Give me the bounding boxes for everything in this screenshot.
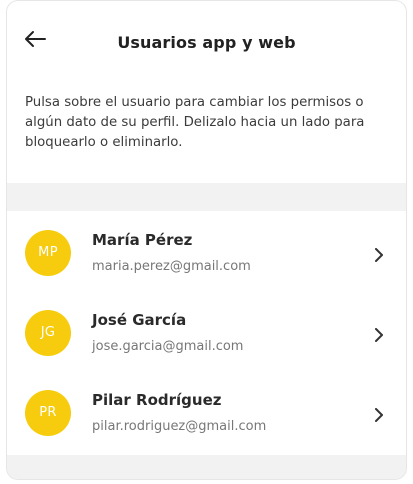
user-email: pilar.rodriguez@gmail.com bbox=[92, 419, 267, 434]
chevron-right-icon[interactable] bbox=[374, 327, 384, 342]
section-divider bbox=[7, 183, 406, 211]
user-email: maria.perez@gmail.com bbox=[92, 259, 251, 274]
user-row-pilar-rodriguez[interactable]: PR Pilar Rodríguez pilar.rodriguez@gmail… bbox=[7, 371, 406, 451]
instructions-text: Pulsa sobre el usuario para cambiar los … bbox=[25, 95, 365, 150]
chevron-right-icon[interactable] bbox=[374, 247, 384, 262]
user-email: jose.garcia@gmail.com bbox=[92, 339, 244, 354]
avatar: JG bbox=[25, 310, 71, 356]
user-name: María Pérez bbox=[92, 231, 193, 249]
avatar: PR bbox=[25, 390, 71, 436]
chevron-right-icon[interactable] bbox=[374, 407, 384, 422]
user-row-maria-perez[interactable]: MP María Pérez maria.perez@gmail.com bbox=[7, 211, 406, 291]
user-list: MP María Pérez maria.perez@gmail.com JG … bbox=[7, 211, 406, 451]
users-screen: Usuarios app y web Pulsa sobre el usuari… bbox=[6, 0, 407, 480]
user-name: José García bbox=[92, 311, 187, 329]
user-name: Pilar Rodríguez bbox=[92, 391, 222, 409]
avatar: MP bbox=[25, 230, 71, 276]
top-bar: Usuarios app y web bbox=[7, 1, 406, 71]
page-title: Usuarios app y web bbox=[117, 33, 296, 52]
bottom-divider bbox=[7, 455, 406, 479]
user-row-jose-garcia[interactable]: JG José García jose.garcia@gmail.com bbox=[7, 291, 406, 371]
